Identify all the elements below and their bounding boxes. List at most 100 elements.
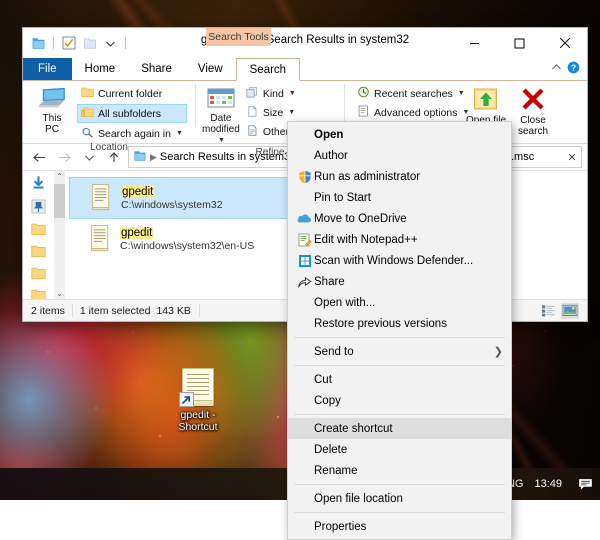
this-pc-button[interactable]: This PC — [29, 85, 75, 135]
tab-share[interactable]: Share — [128, 58, 185, 80]
this-pc-label: This PC — [42, 113, 62, 135]
close-search-button[interactable]: Close search — [511, 85, 555, 137]
menu-run-as-administrator[interactable]: Run as administrator — [288, 166, 511, 187]
advanced-options-label: Advanced options — [374, 106, 458, 119]
menu-restore-previous-versions[interactable]: Restore previous versions — [288, 313, 511, 334]
all-subfolders-button[interactable]: All subfolders — [77, 104, 187, 123]
menu-rename[interactable]: Rename — [288, 460, 511, 481]
quick-access-toolbar[interactable] — [23, 28, 128, 55]
defender-icon — [295, 254, 314, 268]
help-icon[interactable]: ? — [567, 61, 580, 77]
file-name: gpedit — [121, 185, 155, 198]
desktop-shortcut-gpedit[interactable]: gpedit - Shortcut — [160, 368, 236, 433]
location-options[interactable]: Current folder All subfolders Search aga… — [75, 85, 187, 142]
nav-folder-3[interactable] — [31, 267, 46, 283]
computer-icon — [37, 87, 67, 112]
desktop-shortcut-label: gpedit - Shortcut — [178, 409, 218, 433]
menu-move-to-onedrive[interactable]: Move to OneDrive — [288, 208, 511, 229]
file-path: C:\windows\system32 — [121, 198, 223, 211]
menu-open-file-location[interactable]: Open file location — [288, 488, 511, 509]
cloud-icon — [295, 213, 314, 224]
size-button[interactable]: Size ▼ — [242, 104, 355, 121]
tab-search[interactable]: Search — [235, 58, 301, 81]
search-again-in-button[interactable]: Search again in ▼ — [77, 125, 187, 142]
menu-scan-with-defender[interactable]: Scan with Windows Defender... — [288, 250, 511, 271]
menu-share[interactable]: Share — [288, 271, 511, 292]
scroll-down-arrow[interactable]: ⌄ — [56, 288, 63, 299]
svg-text:?: ? — [571, 63, 576, 73]
menu-copy[interactable]: Copy — [288, 390, 511, 411]
chevron-down-icon[interactable]: ▼ — [289, 90, 296, 97]
navigation-pane-scrollbar[interactable]: ⌃ ⌄ — [54, 171, 65, 299]
window-controls[interactable] — [452, 28, 587, 58]
date-modified-button[interactable]: Date modified ▼ — [202, 85, 240, 147]
file-meta: gpedit C:\windows\system32\en-US — [120, 226, 254, 253]
kind-icon — [246, 86, 259, 101]
size-label: Size — [262, 106, 284, 119]
nav-folder-4[interactable] — [31, 289, 46, 299]
scrollbar-thumb[interactable] — [54, 184, 65, 218]
maximize-button[interactable] — [497, 28, 542, 58]
chevron-down-icon: ▼ — [217, 137, 225, 144]
menu-separator — [294, 512, 505, 513]
chevron-down-icon[interactable]: ▼ — [176, 130, 183, 137]
menu-create-shortcut[interactable]: Create shortcut — [288, 418, 511, 439]
tab-home[interactable]: Home — [72, 58, 129, 80]
msc-document-icon — [90, 183, 113, 214]
details-view-button[interactable] — [539, 303, 557, 319]
menu-open-with[interactable]: Open with... — [288, 292, 511, 313]
expand-ribbon-caret[interactable] — [551, 63, 562, 75]
scroll-up-arrow[interactable]: ⌃ — [56, 171, 63, 182]
nav-downloads[interactable] — [31, 175, 46, 193]
item-count: 2 items — [27, 304, 73, 317]
calendar-icon — [207, 87, 235, 112]
list-icon — [357, 105, 370, 120]
menu-author[interactable]: Author — [288, 145, 511, 166]
current-folder-button[interactable]: Current folder — [77, 85, 187, 102]
magnifier-icon — [81, 127, 94, 141]
title-bar[interactable]: gpedit.msc - Search Results in system32 … — [23, 28, 587, 58]
new-folder-qat-icon[interactable] — [81, 35, 98, 52]
menu-delete[interactable]: Delete — [288, 439, 511, 460]
date-modified-label: Date modified ▼ — [202, 113, 240, 144]
subfolders-icon — [81, 107, 95, 121]
view-buttons[interactable] — [539, 302, 583, 319]
tab-view[interactable]: View — [185, 58, 236, 80]
nav-folder-1[interactable] — [31, 223, 46, 239]
recent-searches-button[interactable]: Recent searches ▼ — [353, 85, 465, 102]
size-icon — [246, 105, 259, 120]
contextual-tab-header: Search Tools — [206, 28, 271, 46]
kind-button[interactable]: Kind ▼ — [242, 85, 355, 102]
large-icons-view-button[interactable] — [561, 302, 579, 319]
menu-open[interactable]: Open — [288, 124, 511, 145]
menu-pin-to-start[interactable]: Pin to Start — [288, 187, 511, 208]
menu-cut[interactable]: Cut — [288, 369, 511, 390]
taskbar-clock[interactable]: 13:49 — [530, 468, 570, 500]
menu-edit-with-notepadpp[interactable]: Edit with Notepad++ — [288, 229, 511, 250]
ribbon-tab-strip[interactable]: File Home Share View Search ? — [23, 58, 587, 81]
explorer-icon[interactable] — [30, 35, 47, 52]
advanced-options-button[interactable]: Advanced options ▼ — [353, 104, 469, 121]
document-icon — [179, 368, 214, 407]
nav-quick-access-pin[interactable] — [31, 199, 46, 217]
ribbon-group-location[interactable]: This PC Current folder All subfolders Sea… — [23, 81, 195, 153]
kind-label: Kind — [262, 87, 284, 100]
selection-size: 143 KB — [156, 304, 191, 317]
recent-searches-label: Recent searches — [374, 87, 453, 100]
menu-send-to[interactable]: Send to ❯ — [288, 341, 511, 362]
menu-separator — [294, 414, 505, 415]
chevron-down-icon[interactable]: ▼ — [288, 109, 295, 116]
close-button[interactable] — [542, 28, 587, 58]
properties-qat-icon[interactable] — [60, 35, 77, 52]
selection-count: 1 item selected — [79, 304, 151, 317]
context-menu[interactable]: Open Author Run as administrator Pin to … — [287, 121, 512, 540]
notifications-icon[interactable] — [570, 468, 600, 500]
tab-file[interactable]: File — [23, 58, 72, 80]
minimize-button[interactable] — [452, 28, 497, 58]
navigation-pane[interactable] — [23, 171, 54, 299]
nav-folder-2[interactable] — [31, 245, 46, 261]
shield-icon — [295, 170, 314, 184]
menu-separator — [294, 365, 505, 366]
customize-qat-dropdown[interactable] — [102, 35, 119, 52]
menu-properties[interactable]: Properties — [288, 516, 511, 537]
